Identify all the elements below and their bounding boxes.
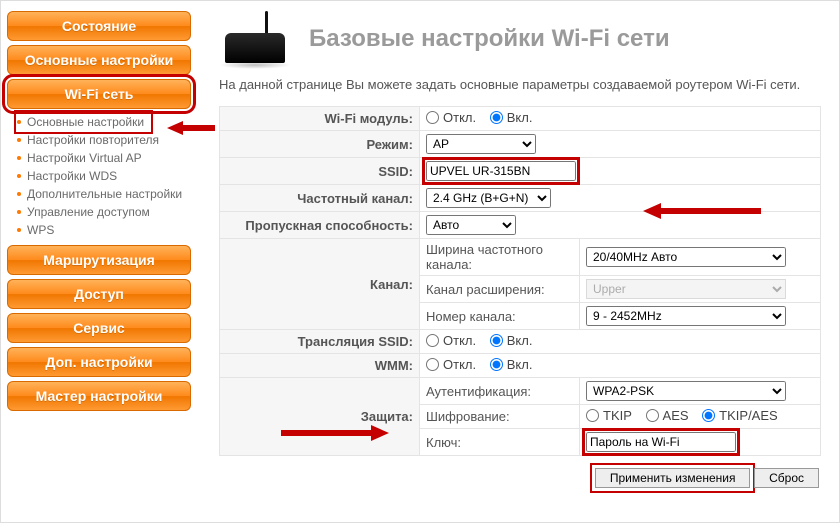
label-security: Защита:	[220, 378, 420, 456]
button-row: Применить изменения Сброс	[219, 456, 821, 488]
apply-button[interactable]: Применить изменения	[595, 468, 751, 488]
page-header: Базовые настройки Wi-Fi сети	[219, 11, 821, 67]
wmm-off[interactable]	[426, 358, 439, 371]
sub-item-wps[interactable]: WPS	[17, 221, 191, 239]
label-wifi-module: Wi-Fi модуль:	[220, 107, 420, 131]
ssid-bcast-on[interactable]	[490, 334, 503, 347]
radio-label-off: Откл.	[443, 110, 476, 125]
label-channel-width: Ширина частотного канала:	[420, 239, 580, 276]
label-bandwidth: Пропускная способность:	[220, 212, 420, 239]
ssid-input[interactable]	[426, 161, 576, 181]
label-channel-num: Номер канала:	[420, 303, 580, 330]
label-channel: Канал:	[220, 239, 420, 330]
ssid-bcast-off[interactable]	[426, 334, 439, 347]
label-mode: Режим:	[220, 131, 420, 158]
label-auth: Аутентификация:	[420, 378, 580, 405]
main-content: Базовые настройки Wi-Fi сети На данной с…	[199, 1, 839, 522]
channel-num-select[interactable]: 9 - 2452MHz	[586, 306, 786, 326]
label-band: Частотный канал:	[220, 185, 420, 212]
nav-item-access[interactable]: Доступ	[7, 279, 191, 309]
nav-item-wizard[interactable]: Мастер настройки	[7, 381, 191, 411]
nav-item-basic[interactable]: Основные настройки	[7, 45, 191, 75]
wifi-module-on[interactable]	[490, 111, 503, 124]
label-ssid-broadcast: Трансляция SSID:	[220, 330, 420, 354]
ext-channel-select: Upper	[586, 279, 786, 299]
enc-tkipaes[interactable]	[702, 409, 715, 422]
auth-select[interactable]: WPA2-PSK	[586, 381, 786, 401]
sub-item-virtual-ap[interactable]: Настройки Virtual AP	[17, 149, 191, 167]
label-encryption: Шифрование:	[420, 405, 580, 429]
nav-item-status[interactable]: Состояние	[7, 11, 191, 41]
nav-item-extra[interactable]: Доп. настройки	[7, 347, 191, 377]
nav-item-service[interactable]: Сервис	[7, 313, 191, 343]
router-icon	[219, 11, 291, 67]
radio-label-on: Вкл.	[507, 110, 533, 125]
sub-item-wds[interactable]: Настройки WDS	[17, 167, 191, 185]
label-ssid: SSID:	[220, 158, 420, 185]
sidebar: Состояние Основные настройки Wi-Fi сеть …	[1, 1, 199, 522]
bandwidth-select[interactable]: Авто	[426, 215, 516, 235]
wifi-module-off[interactable]	[426, 111, 439, 124]
channel-width-select[interactable]: 20/40MHz Авто	[586, 247, 786, 267]
sub-item-advanced[interactable]: Дополнительные настройки	[17, 185, 191, 203]
wifi-submenu: Основные настройки Настройки повторителя…	[17, 113, 191, 239]
wmm-on[interactable]	[490, 358, 503, 371]
enc-aes[interactable]	[646, 409, 659, 422]
reset-button[interactable]: Сброс	[754, 468, 819, 488]
page-title: Базовые настройки Wi-Fi сети	[309, 25, 670, 53]
label-ext-channel: Канал расширения:	[420, 276, 580, 303]
key-input[interactable]	[586, 432, 736, 452]
mode-select[interactable]: AP	[426, 134, 536, 154]
label-key: Ключ:	[420, 429, 580, 456]
sub-item-basic[interactable]: Основные настройки	[17, 113, 150, 131]
nav-item-routing[interactable]: Маршрутизация	[7, 245, 191, 275]
sub-item-access[interactable]: Управление доступом	[17, 203, 191, 221]
settings-table: Wi-Fi модуль: Откл. Вкл. Режим: AP SSID:	[219, 106, 821, 456]
page-description: На данной странице Вы можете задать осно…	[219, 77, 821, 92]
label-wmm: WMM:	[220, 354, 420, 378]
enc-tkip[interactable]	[586, 409, 599, 422]
sub-item-repeater[interactable]: Настройки повторителя	[17, 131, 191, 149]
band-select[interactable]: 2.4 GHz (B+G+N)	[426, 188, 551, 208]
nav-item-wifi[interactable]: Wi-Fi сеть	[7, 79, 191, 109]
